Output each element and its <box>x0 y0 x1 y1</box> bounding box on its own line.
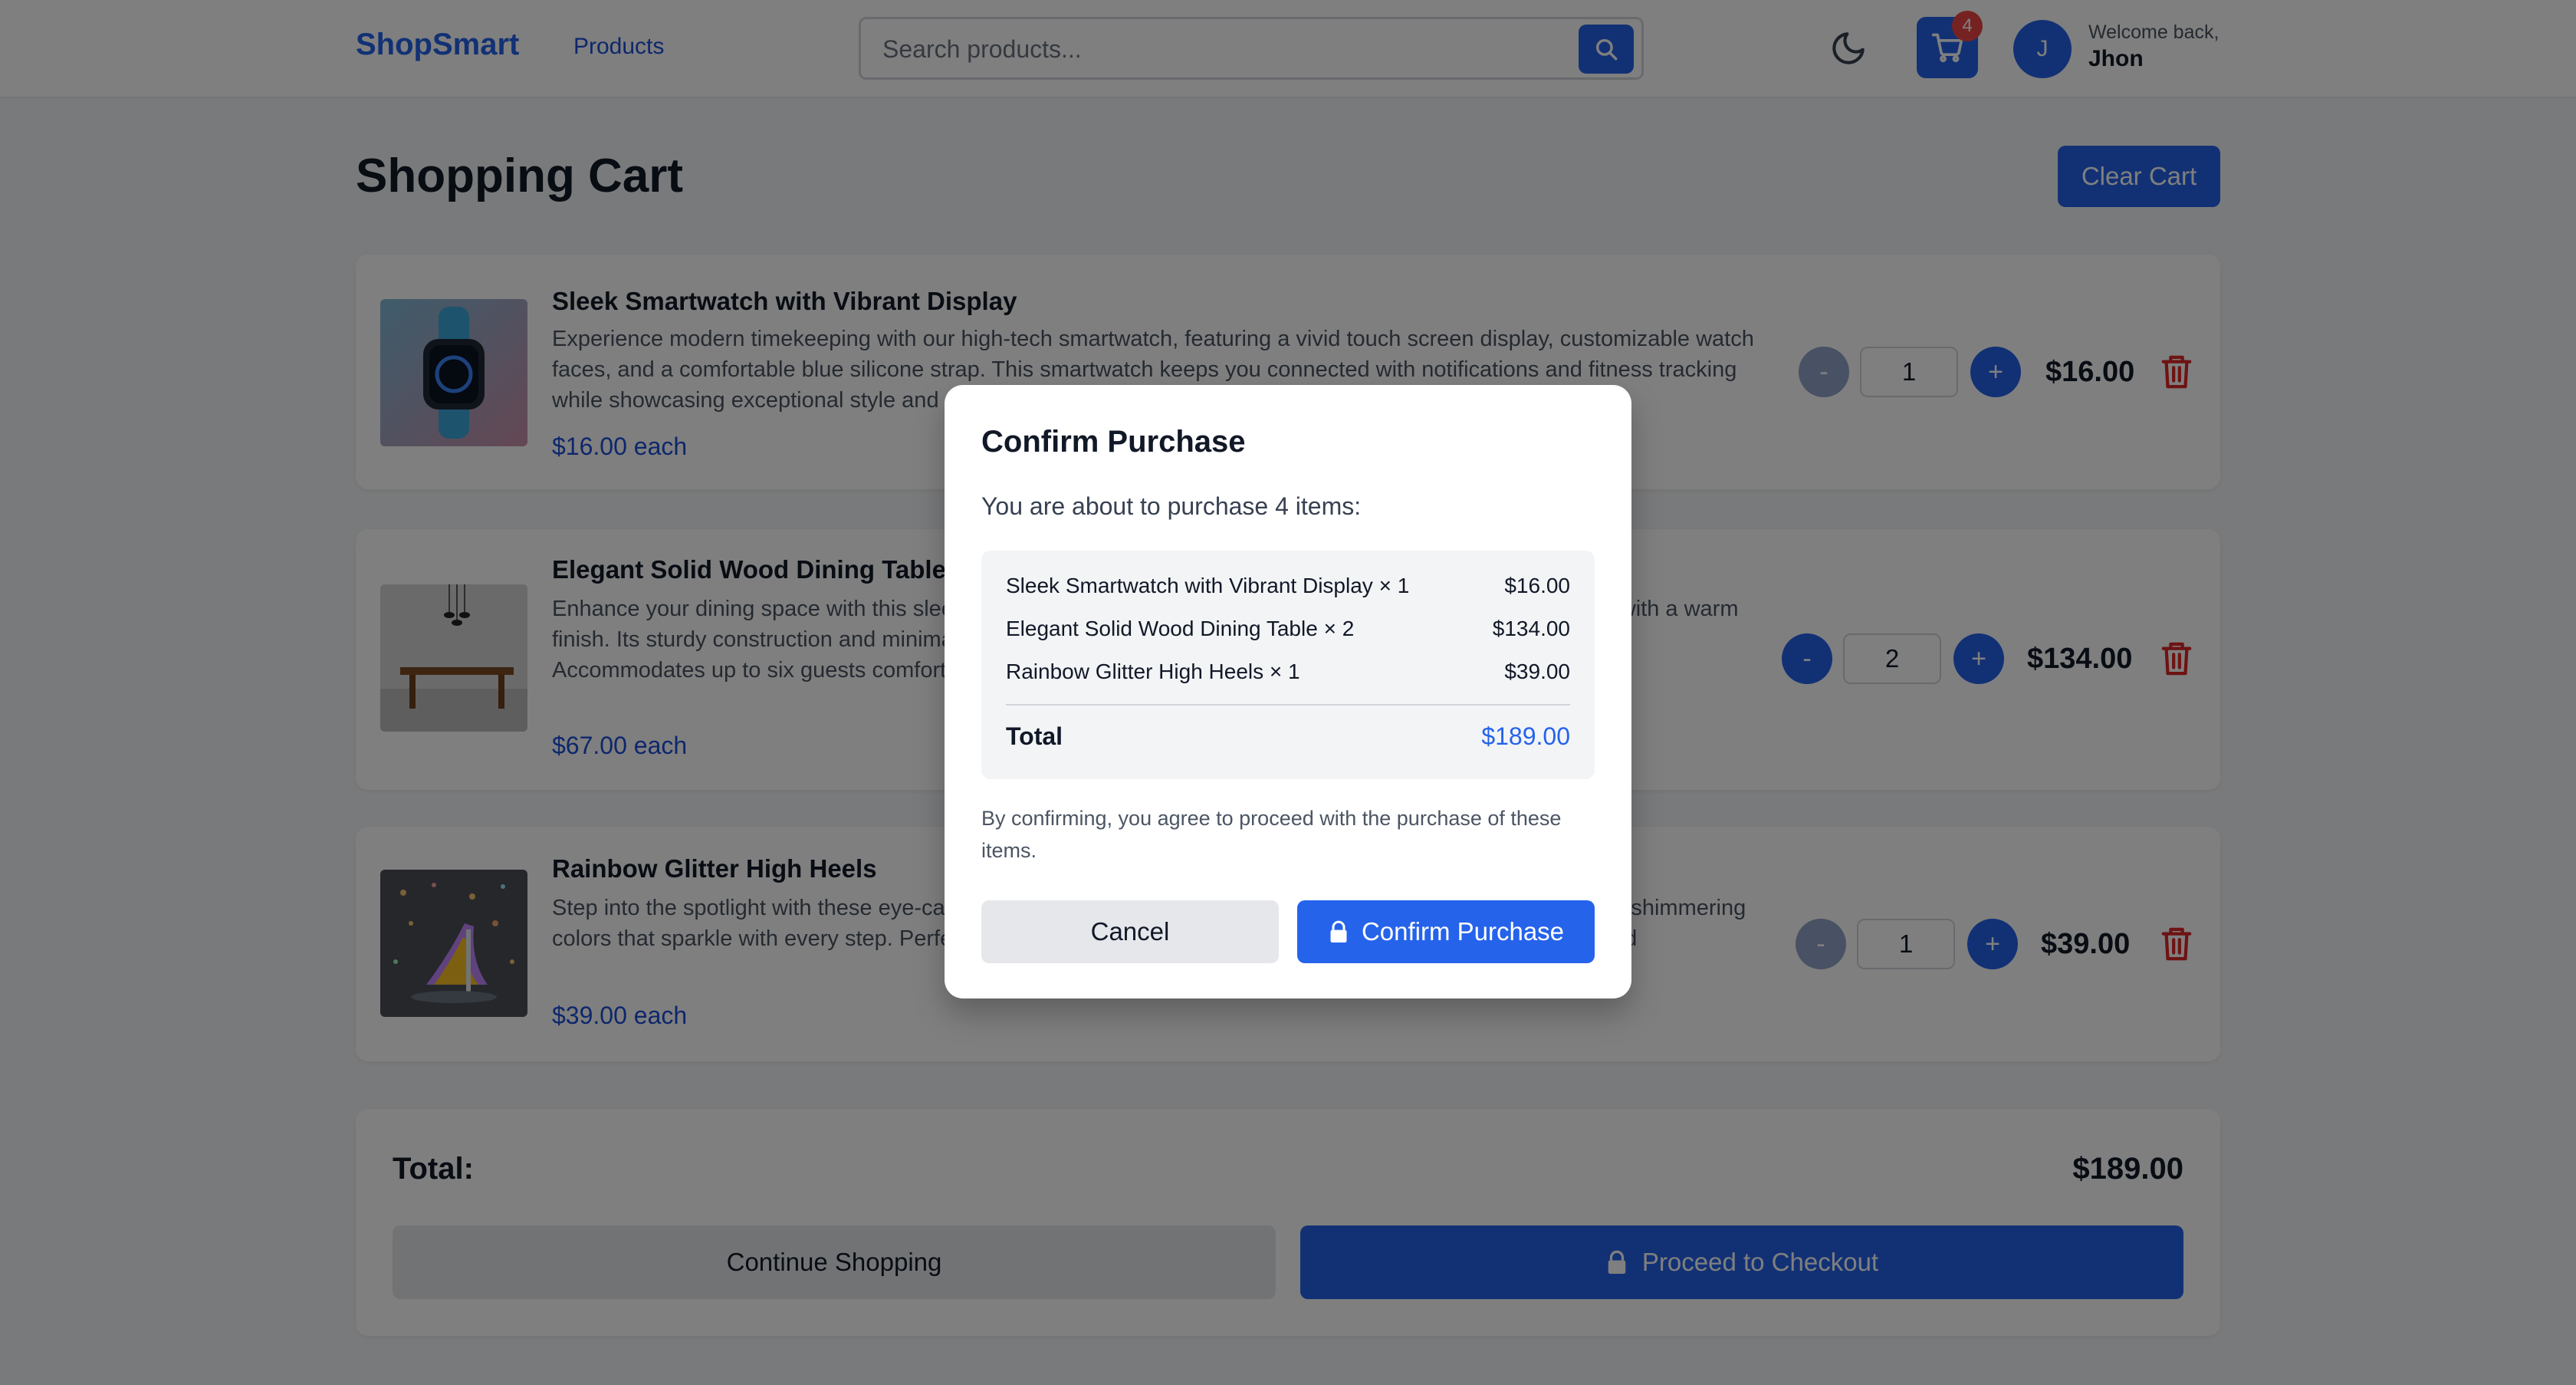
order-summary-row: Elegant Solid Wood Dining Table × 2 $134… <box>1006 617 1570 647</box>
order-item-price: $39.00 <box>1504 660 1570 683</box>
order-item-name: Rainbow Glitter High Heels × 1 <box>1006 660 1300 683</box>
lock-icon <box>1330 920 1347 943</box>
order-total-label: Total <box>1006 722 1063 750</box>
order-item-price: $134.00 <box>1492 617 1570 640</box>
confirm-purchase-dialog: Confirm Purchase You are about to purcha… <box>945 385 1631 998</box>
confirm-purchase-button[interactable]: Confirm Purchase <box>1297 900 1595 963</box>
confirm-purchase-label: Confirm Purchase <box>1361 917 1565 946</box>
dialog-disclaimer: By confirming, you agree to proceed with… <box>981 807 1562 862</box>
order-summary-row: Sleek Smartwatch with Vibrant Display × … <box>1006 574 1570 604</box>
order-summary-list: Sleek Smartwatch with Vibrant Display × … <box>981 551 1595 779</box>
order-item-name: Sleek Smartwatch with Vibrant Display × … <box>1006 574 1410 597</box>
order-summary-row: Rainbow Glitter High Heels × 1 $39.00 <box>1006 660 1570 690</box>
divider <box>1006 704 1570 706</box>
dialog-title: Confirm Purchase <box>981 425 1246 459</box>
order-item-name: Elegant Solid Wood Dining Table × 2 <box>1006 617 1355 640</box>
dialog-intro: You are about to purchase 4 items: <box>981 492 1362 520</box>
order-total-value: $189.00 <box>1481 722 1570 750</box>
cancel-button[interactable]: Cancel <box>981 900 1279 963</box>
order-item-price: $16.00 <box>1504 574 1570 597</box>
